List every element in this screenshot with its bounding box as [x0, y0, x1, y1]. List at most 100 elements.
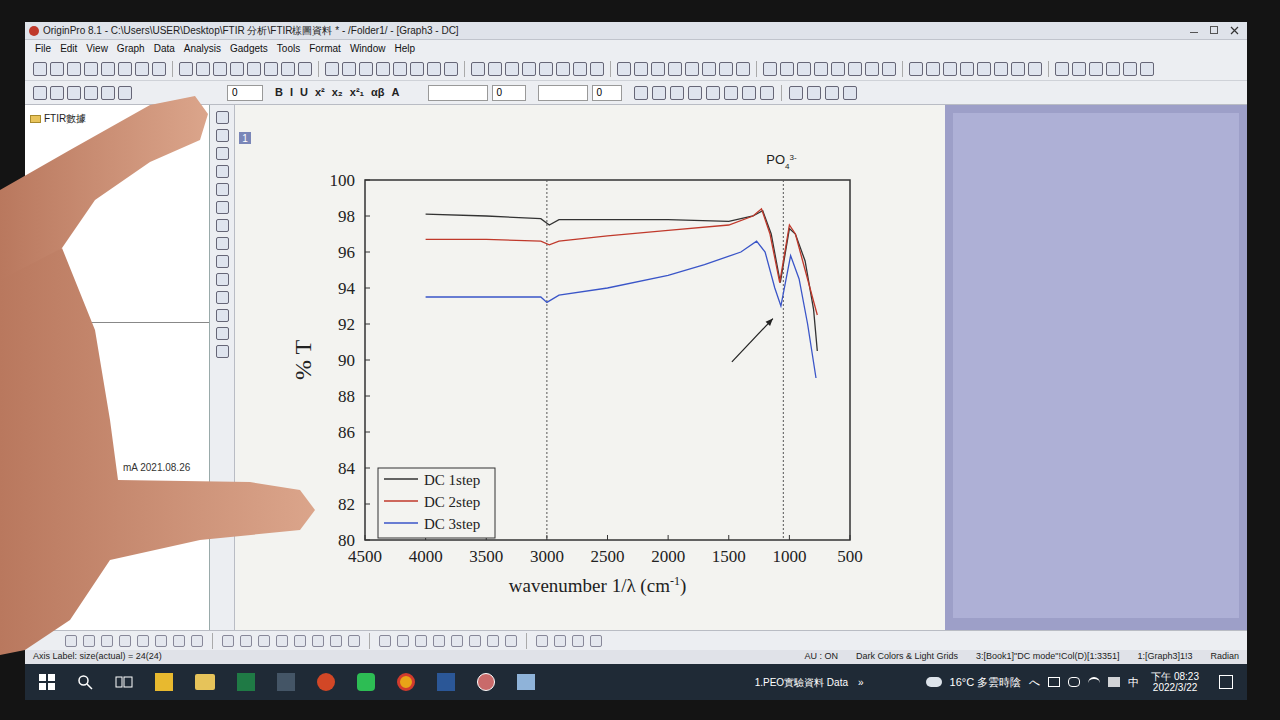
toolbar-button-icon[interactable]: [33, 86, 47, 100]
volume-icon[interactable]: [1108, 677, 1120, 687]
line-style-field[interactable]: [428, 85, 488, 101]
toolbar-button-icon[interactable]: [590, 635, 602, 647]
toolbar-button-icon[interactable]: [960, 62, 974, 76]
toolbar-button-icon[interactable]: [393, 62, 407, 76]
toolbar-button-icon[interactable]: [1011, 62, 1025, 76]
toolbar-button-icon[interactable]: [1106, 62, 1120, 76]
tool-icon[interactable]: [216, 237, 229, 250]
line-icon[interactable]: [357, 673, 375, 691]
tool-icon[interactable]: [216, 183, 229, 196]
toolbar-button-icon[interactable]: [281, 62, 295, 76]
window-icon[interactable]: [517, 674, 535, 690]
toolbar-button-icon[interactable]: [1055, 62, 1069, 76]
menu-item[interactable]: Data: [154, 41, 175, 56]
tool-icon[interactable]: [216, 129, 229, 142]
toolbar-button-icon[interactable]: [994, 62, 1008, 76]
folder-item[interactable]: FTIR數據: [30, 111, 204, 126]
notifications-icon[interactable]: [1219, 675, 1233, 689]
toolbar-button-icon[interactable]: [264, 62, 278, 76]
toolbar-button-icon[interactable]: [240, 635, 252, 647]
toolbar-button-icon[interactable]: [763, 62, 777, 76]
toolbar-button-icon[interactable]: [1140, 62, 1154, 76]
toolbar-button-icon[interactable]: [522, 62, 536, 76]
toolbar-button-icon[interactable]: [651, 62, 665, 76]
toolbar-button-icon[interactable]: [444, 62, 458, 76]
toolbar-button-icon[interactable]: [118, 86, 132, 100]
toolbar-button-icon[interactable]: [191, 635, 203, 647]
toolbar-button-icon[interactable]: [67, 62, 81, 76]
toolbar-button-icon[interactable]: [702, 62, 716, 76]
toolbar-button-icon[interactable]: [780, 62, 794, 76]
toolbar-button-icon[interactable]: [926, 62, 940, 76]
toolbar-button-icon[interactable]: [814, 62, 828, 76]
line-width-field[interactable]: 0: [492, 85, 526, 101]
close-icon[interactable]: [1230, 26, 1239, 35]
task-view-icon[interactable]: [115, 675, 133, 689]
tool-icon[interactable]: [216, 291, 229, 304]
menu-item[interactable]: View: [86, 41, 108, 56]
minimize-icon[interactable]: [1190, 32, 1198, 33]
toolbar-button-icon[interactable]: [742, 86, 756, 100]
menu-item[interactable]: Help: [394, 41, 415, 56]
toolbar-button-icon[interactable]: [831, 62, 845, 76]
toolbar-button-icon[interactable]: [505, 635, 517, 647]
toolbar-button-icon[interactable]: [84, 62, 98, 76]
format-button[interactable]: x²₁: [350, 84, 364, 101]
origin-icon[interactable]: [477, 673, 495, 691]
toolbar-button-icon[interactable]: [724, 86, 738, 100]
toolbar-button-icon[interactable]: [539, 62, 553, 76]
menu-item[interactable]: File: [35, 41, 51, 56]
toolbar-button-icon[interactable]: [471, 62, 485, 76]
toolbar-button-icon[interactable]: [196, 62, 210, 76]
format-button[interactable]: x₂: [332, 84, 343, 101]
toolbar-button-icon[interactable]: [1089, 62, 1103, 76]
ime-indicator[interactable]: 中: [1128, 674, 1139, 691]
toolbar-button-icon[interactable]: [634, 62, 648, 76]
toolbar-button-icon[interactable]: [789, 86, 803, 100]
toolbar-button-icon[interactable]: [312, 635, 324, 647]
toolbar-button-icon[interactable]: [433, 635, 445, 647]
toolbar-button-icon[interactable]: [685, 62, 699, 76]
word-icon[interactable]: [437, 673, 455, 691]
font-size-field[interactable]: 0: [227, 85, 263, 101]
powerpoint-icon[interactable]: [317, 673, 335, 691]
menu-item[interactable]: Analysis: [184, 41, 221, 56]
toolbar-button-icon[interactable]: [101, 62, 115, 76]
tool-icon[interactable]: [216, 111, 229, 124]
toolbar-button-icon[interactable]: [222, 635, 234, 647]
toolbar-button-icon[interactable]: [33, 62, 47, 76]
tool-icon[interactable]: [216, 345, 229, 358]
toolbar-button-icon[interactable]: [155, 635, 167, 647]
toolbar-button-icon[interactable]: [397, 635, 409, 647]
format-button[interactable]: U: [300, 84, 308, 101]
toolbar-button-icon[interactable]: [556, 62, 570, 76]
toolbar-button-icon[interactable]: [50, 86, 64, 100]
toolbar-button-icon[interactable]: [590, 62, 604, 76]
format-button[interactable]: x²: [315, 84, 325, 101]
toolbar-button-icon[interactable]: [258, 635, 270, 647]
tray-arrow[interactable]: へ: [1029, 674, 1040, 691]
search-icon[interactable]: [77, 674, 93, 690]
toolbar-button-icon[interactable]: [230, 62, 244, 76]
toolbar-button-icon[interactable]: [1123, 62, 1137, 76]
toolbar-button-icon[interactable]: [572, 635, 584, 647]
toolbar-button-icon[interactable]: [50, 62, 64, 76]
toolbar-button-icon[interactable]: [736, 62, 750, 76]
toolbar-button-icon[interactable]: [173, 635, 185, 647]
toolbar-button-icon[interactable]: [348, 635, 360, 647]
toolbar-button-icon[interactable]: [342, 62, 356, 76]
toolbar-button-icon[interactable]: [943, 62, 957, 76]
toolbar-button-icon[interactable]: [276, 635, 288, 647]
tool-icon[interactable]: [216, 309, 229, 322]
toolbar-button-icon[interactable]: [410, 62, 424, 76]
toolbar-button-icon[interactable]: [554, 635, 566, 647]
taskbar-app[interactable]: 1.PEO實驗資料 Data: [755, 675, 848, 690]
windows-start-icon[interactable]: [39, 674, 55, 690]
toolbar-button-icon[interactable]: [65, 635, 77, 647]
toolbar-button-icon[interactable]: [843, 86, 857, 100]
toolbar-button-icon[interactable]: [298, 62, 312, 76]
menu-item[interactable]: Gadgets: [230, 41, 268, 56]
toolbar-button-icon[interactable]: [118, 62, 132, 76]
toolbar-button-icon[interactable]: [84, 86, 98, 100]
fill-field[interactable]: [538, 85, 588, 101]
